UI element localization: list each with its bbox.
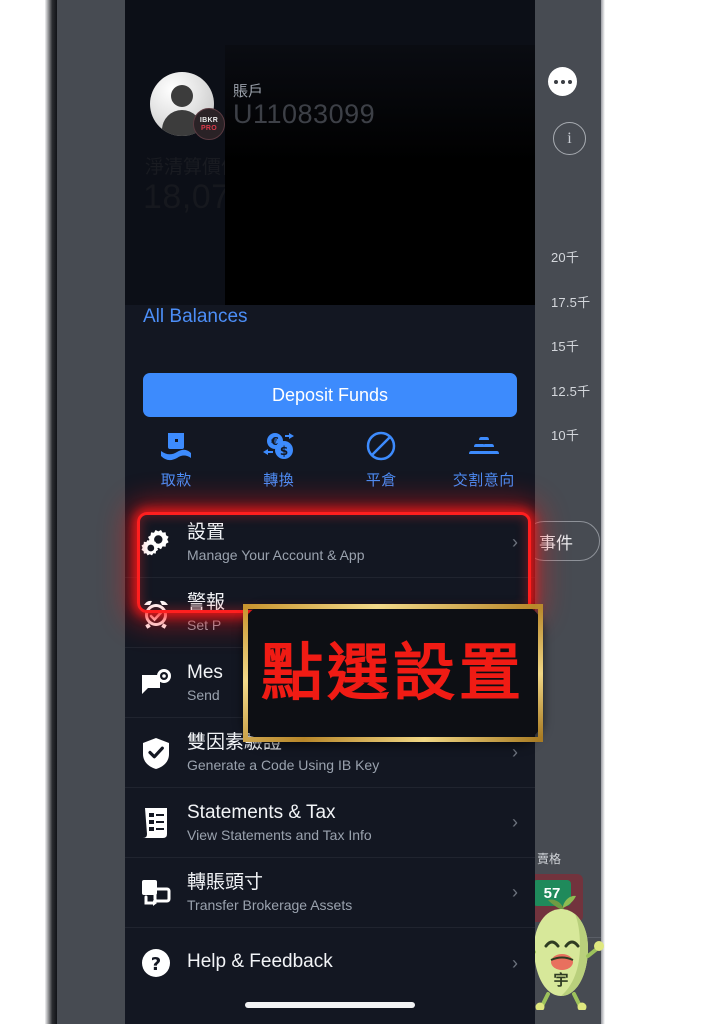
- quick-actions-row: 取款 € $ 轉換 平倉 交割意向: [125, 430, 535, 496]
- menu-item-title: 轉賬頭寸: [187, 871, 264, 893]
- background-left-edge: [45, 0, 57, 1024]
- document-icon: [125, 806, 187, 840]
- gear-icon: [125, 526, 187, 560]
- withdraw-icon: [159, 430, 193, 462]
- delivery-intent-icon: [467, 430, 501, 462]
- menu-item-settings[interactable]: 設置 Manage Your Account & App ›: [125, 508, 535, 578]
- privacy-overlay: [225, 45, 535, 305]
- phone-screen: IBKR PRO 淨清算價值 18,079 賬戶 U11083099 All B…: [125, 0, 535, 1024]
- svg-text:$: $: [280, 444, 288, 458]
- convert-currency-icon: € $: [262, 430, 296, 462]
- account-label: 賬戶: [233, 83, 264, 100]
- deposit-funds-button[interactable]: Deposit Funds: [143, 373, 517, 417]
- svg-text:?: ?: [151, 954, 161, 975]
- chart-axis-tick: 12.5千: [551, 384, 591, 399]
- quick-action-close-position[interactable]: 平倉: [330, 430, 433, 490]
- events-chip[interactable]: 事件: [524, 521, 600, 561]
- menu-item-text: 設置 Manage Your Account & App: [187, 521, 495, 565]
- menu-item-text: Statements & Tax View Statements and Tax…: [187, 801, 495, 845]
- chevron-right-icon: ›: [512, 882, 518, 902]
- price-column-label: 賣格: [537, 852, 562, 866]
- message-icon: [125, 668, 187, 698]
- alarm-icon: [125, 597, 187, 629]
- callout-badge: 點選設置: [243, 604, 543, 742]
- chevron-right-icon: ›: [512, 532, 518, 552]
- chevron-right-icon: ›: [512, 742, 518, 762]
- svg-text:宇: 宇: [553, 971, 568, 989]
- menu-item-help-feedback[interactable]: ? Help & Feedback ›: [125, 928, 535, 998]
- menu-item-text: Help & Feedback: [187, 950, 495, 976]
- menu-item-subtitle: Transfer Brokerage Assets: [187, 897, 353, 914]
- menu-item-subtitle: Generate a Code Using IB Key: [187, 757, 380, 774]
- chevron-right-icon: ›: [512, 952, 518, 973]
- transfer-icon: [125, 877, 187, 909]
- shield-check-icon: [125, 736, 187, 770]
- close-position-icon: [365, 430, 397, 462]
- chart-axis-tick: 17.5千: [551, 295, 591, 310]
- help-icon: ?: [125, 947, 187, 979]
- quick-action-delivery-intent[interactable]: 交割意向: [433, 430, 536, 490]
- menu-item-text: 轉賬頭寸 Transfer Brokerage Assets: [187, 871, 495, 915]
- menu-item-subtitle: View Statements and Tax Info: [187, 827, 372, 844]
- menu-item-title: Help & Feedback: [187, 951, 333, 973]
- ibkr-pro-badge-line2: PRO: [200, 124, 218, 132]
- callout-text: 點選設置: [260, 636, 525, 709]
- ibkr-pro-badge-line1: IBKR: [199, 116, 219, 124]
- home-indicator: [245, 1002, 415, 1008]
- account-menu-list: 設置 Manage Your Account & App › 警報 Set P …: [125, 508, 535, 998]
- menu-item-transfer-positions[interactable]: 轉賬頭寸 Transfer Brokerage Assets ›: [125, 858, 535, 928]
- info-icon[interactable]: i: [553, 122, 586, 155]
- account-id: U11083099: [233, 99, 376, 129]
- quick-action-withdraw[interactable]: 取款: [125, 430, 228, 490]
- background-right-edge: [601, 0, 605, 1024]
- quick-action-label: 交割意向: [452, 472, 515, 489]
- ibkr-pro-badge: IBKR PRO: [193, 108, 225, 140]
- ellipsis-icon[interactable]: [548, 67, 577, 96]
- chart-axis-tick: 15千: [551, 339, 580, 354]
- account-header: IBKR PRO 淨清算價值 18,079 賬戶 U11083099: [125, 0, 535, 305]
- chevron-right-icon: ›: [512, 812, 518, 832]
- menu-item-statements-tax[interactable]: Statements & Tax View Statements and Tax…: [125, 788, 535, 858]
- quick-action-label: 取款: [160, 472, 192, 489]
- screenshot-stage: i 20千 17.5千 15千 12.5千 10千 事件 賣格 57 宇 IBK…: [0, 0, 724, 1024]
- all-balances-link[interactable]: All Balances: [143, 306, 248, 328]
- menu-item-subtitle: Manage Your Account & App: [187, 547, 365, 564]
- chart-axis-tick: 10千: [551, 428, 580, 443]
- quick-action-label: 轉換: [263, 472, 295, 489]
- menu-item-title: Statements & Tax: [187, 801, 336, 823]
- quick-action-label: 平倉: [365, 472, 397, 489]
- menu-item-title: 設置: [187, 521, 226, 543]
- quick-action-convert[interactable]: € $ 轉換: [228, 430, 331, 490]
- chart-axis-tick: 20千: [551, 250, 580, 265]
